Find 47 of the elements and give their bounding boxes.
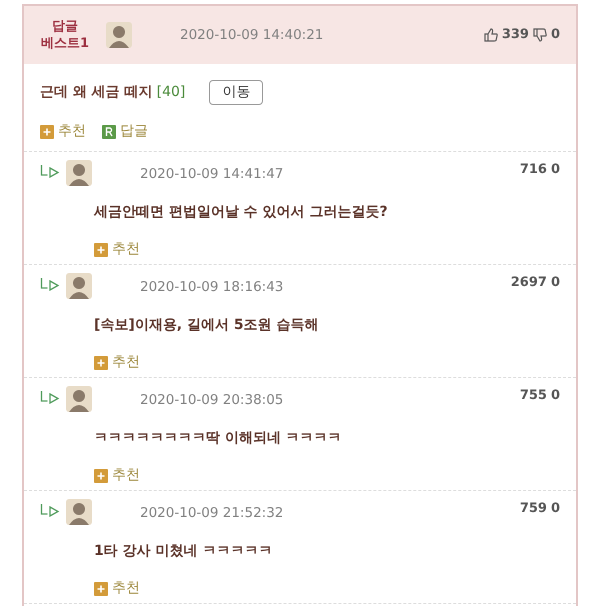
upvote-count: 755 <box>520 387 547 405</box>
reply-arrow-icon <box>40 277 60 291</box>
avatar-icon <box>66 386 92 412</box>
downvote-count: 0 <box>550 387 560 405</box>
thumbs-up-icon <box>484 28 498 42</box>
plus-icon <box>94 242 108 256</box>
downvote-count: 0 <box>550 500 560 518</box>
reply-link[interactable]: 답글 <box>102 121 148 142</box>
recommend-link[interactable]: 추천 <box>94 352 140 373</box>
comment-text: ㅋㅋㅋㅋㅋㅋㅋㅋ딱 이해되네 ㅋㅋㅋㅋ <box>94 429 342 448</box>
reply-arrow-icon <box>40 503 60 517</box>
avatar-icon <box>66 499 92 525</box>
comment-date: 2020-10-09 14:41:47 <box>140 165 284 184</box>
comment-text: 세금안떼면 편법일어날 수 있어서 그러는걸듯? <box>94 203 388 222</box>
comment-date: 2020-10-09 20:38:05 <box>140 391 284 410</box>
best-label: 답글 <box>51 18 79 35</box>
comment-date: 2020-10-09 14:40:21 <box>180 26 324 45</box>
reply-arrow-icon <box>40 164 60 178</box>
reply-icon <box>102 124 116 138</box>
upvote-count: 716 <box>520 161 547 179</box>
plus-icon <box>94 468 108 482</box>
best-label: 베스트1 <box>40 35 90 52</box>
upvote-count: 2697 <box>510 274 547 292</box>
thumbs-down-icon <box>532 28 547 42</box>
downvote-count: 0 <box>550 161 560 179</box>
comment-date: 2020-10-09 21:52:32 <box>140 504 284 523</box>
avatar-icon <box>66 273 92 299</box>
comment-date: 2020-10-09 18:16:43 <box>140 278 284 297</box>
comment-text: [속보]이재용, 길에서 5조원 습득해 <box>94 316 318 335</box>
recommend-link[interactable]: 추천 <box>94 465 140 486</box>
move-button[interactable]: 이동 <box>209 80 264 105</box>
plus-icon <box>40 124 54 138</box>
reply-count: [40] <box>156 83 186 102</box>
reply-arrow-icon <box>40 390 60 404</box>
comment-text: 근데 왜 세금 떼지 <box>40 83 153 102</box>
recommend-link[interactable]: 추천 <box>94 578 140 599</box>
downvote-count: 0 <box>550 26 560 44</box>
avatar-icon <box>66 160 92 186</box>
avatar-icon <box>106 22 132 48</box>
downvote-count: 0 <box>550 274 560 292</box>
plus-icon <box>94 582 108 596</box>
recommend-link[interactable]: 추천 <box>40 121 86 142</box>
recommend-link[interactable]: 추천 <box>94 239 140 260</box>
upvote-count: 339 <box>502 26 529 44</box>
upvote-count: 759 <box>520 500 547 518</box>
comment-text: 1타 강사 미쳤네 ㅋㅋㅋㅋㅋ <box>94 542 272 561</box>
plus-icon <box>94 356 108 370</box>
